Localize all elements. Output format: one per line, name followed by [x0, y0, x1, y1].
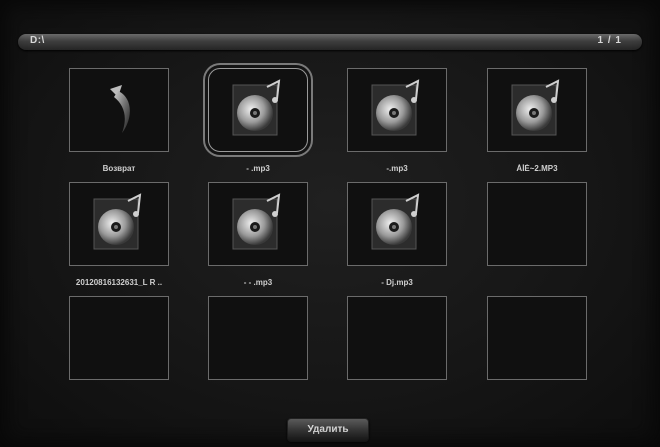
file-tile-empty	[208, 296, 308, 380]
file-label: - Dj.mp3	[381, 278, 413, 287]
file-tile-mp3-4[interactable]	[69, 182, 169, 266]
file-browser-screen: D:\ 1 / 1 Возврат - .mp3 -.mp3 ÀÌÉ~2.MP3…	[0, 0, 660, 447]
file-label: Возврат	[102, 164, 136, 173]
file-tile-mp3-5[interactable]	[208, 182, 308, 266]
music-file-icon	[511, 79, 560, 136]
file-label: - - .mp3	[243, 278, 273, 287]
file-tile-empty	[69, 296, 169, 380]
file-tile-mp3-6[interactable]	[347, 182, 447, 266]
file-label: - .mp3	[246, 164, 270, 173]
file-label: -.mp3	[386, 164, 408, 173]
music-file-icon	[232, 193, 281, 250]
file-tile-empty	[487, 296, 587, 380]
music-file-icon	[371, 79, 420, 136]
file-label: 20120816132631_L R ..	[75, 278, 163, 287]
file-grid: Возврат - .mp3 -.mp3 ÀÌÉ~2.MP3 201208161…	[0, 0, 660, 447]
file-tile-empty	[347, 296, 447, 380]
file-tile-mp3-2[interactable]	[347, 68, 447, 152]
return-arrow-icon	[110, 85, 130, 133]
file-tile-mp3-1[interactable]	[208, 68, 308, 152]
file-tile-back[interactable]	[69, 68, 169, 152]
delete-button[interactable]: Удалить	[287, 418, 369, 442]
music-file-icon	[93, 193, 142, 250]
music-file-icon	[371, 193, 420, 250]
file-tile-mp3-3[interactable]	[487, 68, 587, 152]
file-label: ÀÌÉ~2.MP3	[516, 164, 558, 173]
music-file-icon	[232, 79, 281, 136]
file-tile-empty	[487, 182, 587, 266]
